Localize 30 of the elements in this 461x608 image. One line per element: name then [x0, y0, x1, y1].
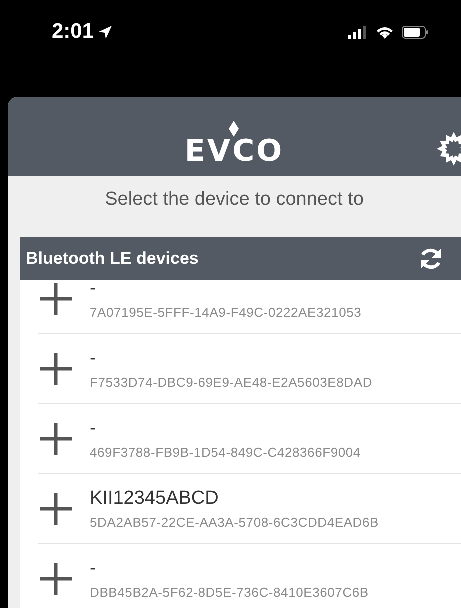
device-uuid: F7533D74-DBC9-69E9-AE48-E2A5603E8DAD — [90, 374, 373, 390]
device-row[interactable]: - 469F3788-FB9B-1D54-849C-C428366F9004 — [20, 404, 461, 473]
wifi-icon — [376, 26, 394, 39]
battery-icon — [402, 26, 429, 39]
plus-icon — [40, 562, 72, 594]
device-name: - — [90, 280, 98, 300]
status-time: 2:01 — [52, 20, 94, 44]
plus-icon — [40, 492, 72, 524]
device-name: - — [90, 348, 98, 370]
device-row[interactable]: - F7533D74-DBC9-69E9-AE48-E2A5603E8DAD — [20, 334, 461, 403]
plus-icon — [40, 352, 72, 384]
location-arrow-icon — [98, 24, 114, 40]
signal-icon — [348, 26, 368, 39]
device-name: - — [90, 418, 98, 440]
device-row[interactable]: - DBB45B2A-5F62-8D5E-736C-8410E3607C6B — [20, 544, 461, 608]
instruction-text: Select the device to connect to — [105, 188, 364, 210]
device-uuid: 7A07195E-5FFF-14A9-F49C-0222AE321053 — [90, 304, 362, 320]
settings-icon[interactable] — [437, 132, 461, 166]
plus-icon — [40, 422, 72, 454]
device-uuid: 5DA2AB57-22CE-AA3A-5708-6C3CDD4EAD6B — [90, 514, 379, 530]
device-uuid: 469F3788-FB9B-1D54-849C-C428366F9004 — [90, 444, 361, 460]
device-uuid: DBB45B2A-5F62-8D5E-736C-8410E3607C6B — [90, 584, 369, 600]
device-row[interactable]: KII12345ABCD 5DA2AB57-22CE-AA3A-5708-6C3CDD4EAD6B — [20, 474, 461, 543]
plus-icon — [40, 282, 72, 314]
device-name: KII12345ABCD — [90, 488, 220, 510]
device-name: - — [90, 558, 98, 580]
section-title: Bluetooth LE devices — [26, 248, 199, 268]
device-row[interactable]: - 7A07195E-5FFF-14A9-F49C-0222AE321053 — [20, 280, 461, 333]
logo: EVCO — [184, 120, 284, 168]
refresh-icon[interactable] — [419, 246, 443, 270]
